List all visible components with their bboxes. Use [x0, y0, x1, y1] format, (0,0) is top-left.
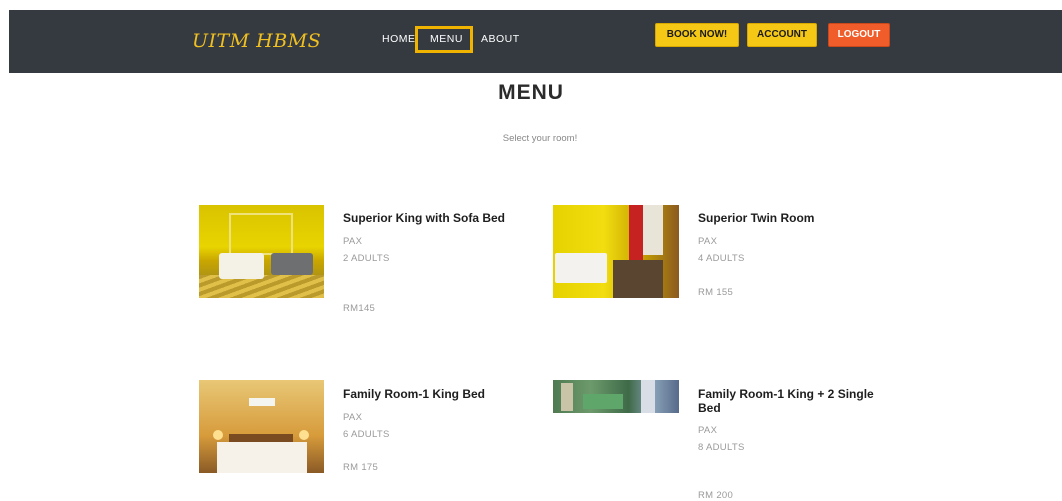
room-name[interactable]: Family Room-1 King Bed — [343, 387, 485, 401]
room-image-superior-twin[interactable] — [553, 205, 679, 298]
door — [561, 383, 573, 411]
room-pax: 4 ADULTS — [698, 253, 745, 264]
room-pax: 2 ADULTS — [343, 253, 390, 264]
brand-logo[interactable]: UITM HBMS — [192, 30, 321, 52]
air-conditioner — [249, 398, 275, 406]
navbar: UITM HBMS HOME MENU ABOUT BOOK NOW! ACCO… — [9, 10, 1062, 73]
window — [643, 205, 663, 255]
room-pax: 8 ADULTS — [698, 442, 745, 453]
room-pax-label: PAX — [698, 236, 718, 247]
room-price: RM 155 — [698, 287, 734, 298]
nav-about-link[interactable]: ABOUT — [481, 33, 520, 45]
wall-panel — [229, 213, 293, 255]
bed — [583, 394, 623, 409]
desk — [613, 260, 663, 298]
room-name[interactable]: Superior King with Sofa Bed — [343, 211, 505, 225]
room-pax-label: PAX — [698, 425, 718, 436]
curtain — [641, 380, 655, 413]
nav-menu-link[interactable]: MENU — [430, 33, 463, 45]
page-subtitle: Select your room! — [502, 133, 578, 144]
bed — [555, 253, 607, 283]
room-price: RM 175 — [343, 462, 379, 473]
lamp — [299, 430, 309, 440]
page-title: MENU — [498, 81, 564, 104]
room-pax-label: PAX — [343, 412, 363, 423]
bed — [219, 253, 264, 279]
nav-home-link[interactable]: HOME — [382, 33, 416, 45]
account-button[interactable]: ACCOUNT — [747, 23, 817, 47]
room-image-family-king-single[interactable] — [553, 380, 679, 413]
curtain — [629, 205, 643, 265]
lamp — [213, 430, 223, 440]
room-name[interactable]: Superior Twin Room — [698, 211, 814, 225]
book-now-button[interactable]: BOOK NOW! — [655, 23, 739, 47]
room-price: RM 200 — [698, 490, 734, 501]
room-pax: 6 ADULTS — [343, 429, 390, 440]
room-image-superior-king[interactable] — [199, 205, 324, 298]
room-price: RM145 — [343, 303, 376, 314]
room-pax-label: PAX — [343, 236, 363, 247]
sofa — [271, 253, 313, 275]
logout-button[interactable]: LOGOUT — [828, 23, 890, 47]
room-name[interactable]: Family Room-1 King + 2 Single Bed — [698, 387, 888, 415]
room-image-family-king[interactable] — [199, 380, 324, 473]
bed — [217, 442, 307, 473]
